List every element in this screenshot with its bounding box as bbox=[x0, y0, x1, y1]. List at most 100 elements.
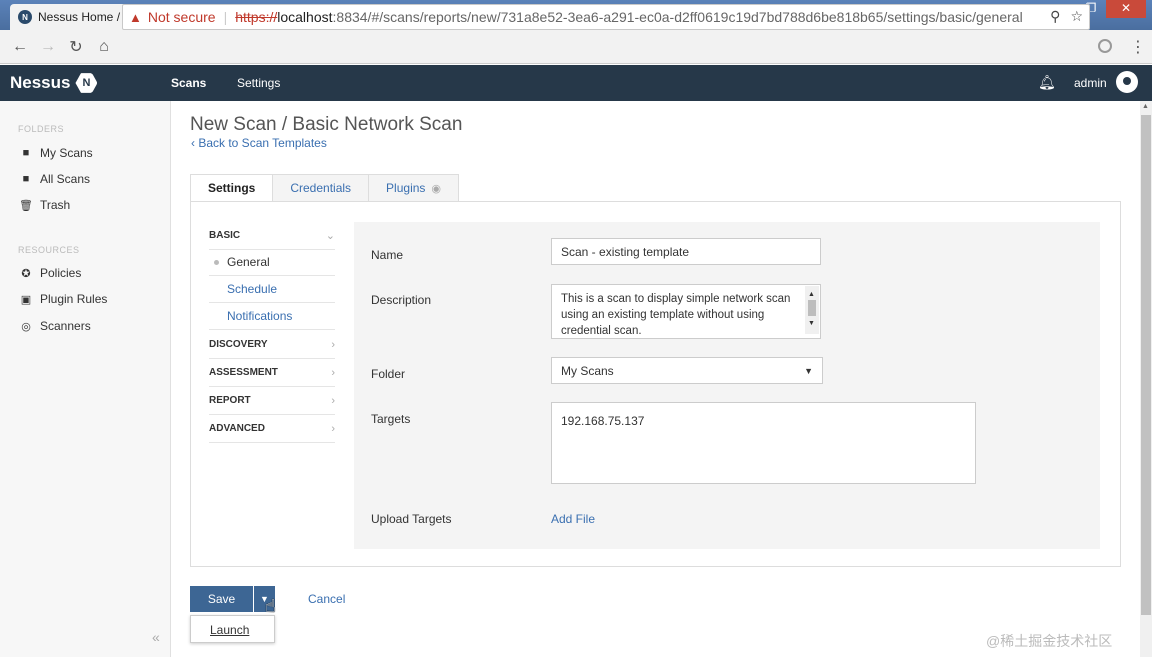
sidebar-item-policies[interactable]: ✪ Policies bbox=[18, 266, 81, 280]
page-scroll-thumb[interactable] bbox=[1141, 115, 1151, 615]
folder-icon: ■ bbox=[22, 147, 30, 159]
address-separator: | bbox=[223, 9, 228, 25]
resources-heading: RESOURCES bbox=[18, 245, 80, 255]
scroll-up-icon[interactable]: ▲ bbox=[1142, 103, 1149, 110]
trash-icon: 🗑︎ bbox=[19, 199, 33, 212]
user-name[interactable]: admin bbox=[1074, 76, 1107, 90]
menu-discovery-label: DISCOVERY bbox=[209, 339, 268, 350]
sidebar-item-label: Plugin Rules bbox=[40, 292, 108, 306]
name-label: Name bbox=[371, 248, 404, 262]
logo-text: Nessus bbox=[10, 73, 71, 92]
sidebar-item-scanners[interactable]: ◎ Scanners bbox=[18, 319, 91, 333]
folder-select[interactable]: My Scans ▼ bbox=[551, 357, 823, 384]
launch-menu-item[interactable]: Launch bbox=[210, 623, 249, 637]
description-label: Description bbox=[371, 293, 432, 307]
notification-bell-icon[interactable]: 🔔︎ bbox=[1038, 74, 1056, 91]
tab-plugins-label: Plugins bbox=[386, 181, 426, 195]
menu-assessment-label: ASSESSMENT bbox=[209, 367, 278, 378]
sidebar-item-plugin-rules[interactable]: ▣ Plugin Rules bbox=[18, 292, 108, 306]
description-text: This is a scan to display simple network… bbox=[561, 293, 791, 337]
sidebar-item-label: Scanners bbox=[40, 319, 91, 333]
menu-basic-label: BASIC bbox=[209, 230, 241, 241]
nav-scans[interactable]: Scans bbox=[171, 76, 206, 90]
hand-cursor-icon: ☝ bbox=[265, 596, 276, 616]
folder-select-value: My Scans bbox=[561, 363, 614, 378]
nav-settings[interactable]: Settings bbox=[237, 76, 280, 90]
menu-schedule-label: Schedule bbox=[227, 282, 278, 296]
menu-general[interactable]: General bbox=[209, 249, 335, 276]
folder-label: Folder bbox=[371, 367, 406, 381]
save-button[interactable]: Save bbox=[190, 586, 253, 612]
user-avatar-icon[interactable] bbox=[1116, 71, 1138, 93]
sidebar-item-trash[interactable]: 🗑︎ Trash bbox=[18, 198, 70, 212]
forward-arrow-icon[interactable]: → bbox=[34, 38, 62, 56]
targets-label: Targets bbox=[371, 412, 411, 426]
menu-discovery[interactable]: DISCOVERY › bbox=[209, 331, 335, 359]
page-title: New Scan / Basic Network Scan bbox=[190, 114, 463, 135]
back-arrow-icon[interactable]: ← bbox=[6, 38, 34, 56]
window-close-icon[interactable]: ✕ bbox=[1106, 0, 1146, 18]
menu-report-label: REPORT bbox=[209, 395, 251, 406]
sidebar-item-label: All Scans bbox=[40, 172, 91, 186]
extension-icon[interactable] bbox=[1098, 39, 1112, 53]
cancel-link[interactable]: Cancel bbox=[308, 592, 345, 606]
page-scrollbar[interactable]: ▲ bbox=[1140, 101, 1152, 657]
save-dropdown-menu: Launch bbox=[190, 615, 275, 643]
name-input[interactable]: Scan - existing template bbox=[551, 238, 821, 265]
folder-icon: ■ bbox=[22, 173, 30, 185]
add-file-link[interactable]: Add File bbox=[551, 512, 595, 526]
back-to-templates-link[interactable]: ‹ Back to Scan Templates bbox=[191, 136, 327, 150]
sidebar-item-my-scans[interactable]: ■ My Scans bbox=[18, 146, 93, 160]
nessus-logo[interactable]: Nessus N bbox=[10, 72, 98, 94]
sidebar-item-all-scans[interactable]: ■ All Scans bbox=[18, 172, 90, 186]
upload-targets-label: Upload Targets bbox=[371, 512, 452, 526]
active-dot-icon bbox=[214, 259, 219, 265]
bookmark-star-icon[interactable]: ☆ bbox=[1070, 8, 1083, 25]
url-protocol: https:// bbox=[235, 9, 278, 25]
targets-textarea[interactable]: 192.168.75.137 bbox=[551, 402, 976, 484]
chevron-down-icon: ⌄ bbox=[325, 230, 335, 242]
policy-icon: ✪ bbox=[21, 267, 31, 280]
home-icon[interactable]: ⌂ bbox=[90, 38, 118, 56]
chrome-menu-icon[interactable]: ⋮ bbox=[1130, 37, 1146, 57]
nessus-favicon: N bbox=[18, 10, 32, 24]
tab-settings[interactable]: Settings bbox=[190, 174, 274, 202]
chevron-right-icon: › bbox=[331, 338, 335, 351]
scanner-icon: ◎ bbox=[21, 320, 31, 333]
address-bar[interactable]: ▲ Not secure | https:// localhost :8834/… bbox=[122, 4, 1090, 30]
app-header: Nessus N Scans Settings 🔔︎ admin bbox=[0, 65, 1152, 101]
scroll-thumb[interactable] bbox=[808, 300, 816, 316]
chevron-right-icon: › bbox=[331, 394, 335, 407]
menu-advanced-label: ADVANCED bbox=[209, 423, 265, 434]
menu-notifications-label: Notifications bbox=[227, 309, 293, 323]
menu-advanced[interactable]: ADVANCED › bbox=[209, 415, 335, 443]
scroll-down-icon[interactable]: ▼ bbox=[808, 316, 815, 332]
tab-plugins[interactable]: Plugins ◉ bbox=[368, 174, 460, 202]
url-path: :8834/#/scans/reports/new/731a8e52-3ea6-… bbox=[332, 9, 1023, 25]
watermark: @稀土掘金技术社区 bbox=[986, 633, 1113, 649]
not-secure-label: Not secure bbox=[147, 9, 216, 25]
zoom-icon[interactable]: ⚲ bbox=[1050, 8, 1060, 25]
textarea-scrollbar[interactable]: ▲ ▼ bbox=[805, 286, 819, 334]
description-textarea[interactable]: This is a scan to display simple network… bbox=[551, 284, 821, 339]
chevron-right-icon: › bbox=[331, 366, 335, 379]
sidebar: FOLDERS ■ My Scans ■ All Scans 🗑︎ Trash … bbox=[0, 101, 171, 657]
chevron-right-icon: › bbox=[331, 422, 335, 435]
browser-toolbar: ← → ↻ ⌂ bbox=[0, 30, 1152, 64]
menu-assessment[interactable]: ASSESSMENT › bbox=[209, 359, 335, 387]
tab-credentials[interactable]: Credentials bbox=[272, 174, 370, 202]
dropdown-caret-icon: ▼ bbox=[804, 365, 813, 376]
logo-mark-icon: N bbox=[75, 73, 98, 93]
reload-icon[interactable]: ↻ bbox=[62, 37, 90, 57]
menu-notifications[interactable]: Notifications bbox=[209, 303, 335, 330]
sidebar-item-label: My Scans bbox=[40, 146, 93, 160]
menu-basic[interactable]: BASIC ⌄ bbox=[209, 222, 335, 250]
eye-icon: ◉ bbox=[431, 182, 442, 195]
collapse-sidebar-icon[interactable]: « bbox=[152, 629, 160, 645]
url-host: localhost bbox=[277, 9, 333, 25]
sidebar-item-label: Trash bbox=[40, 198, 71, 212]
warning-icon: ▲ bbox=[129, 9, 142, 25]
menu-report[interactable]: REPORT › bbox=[209, 387, 335, 415]
sidebar-item-label: Policies bbox=[40, 266, 82, 280]
menu-schedule[interactable]: Schedule bbox=[209, 276, 335, 303]
